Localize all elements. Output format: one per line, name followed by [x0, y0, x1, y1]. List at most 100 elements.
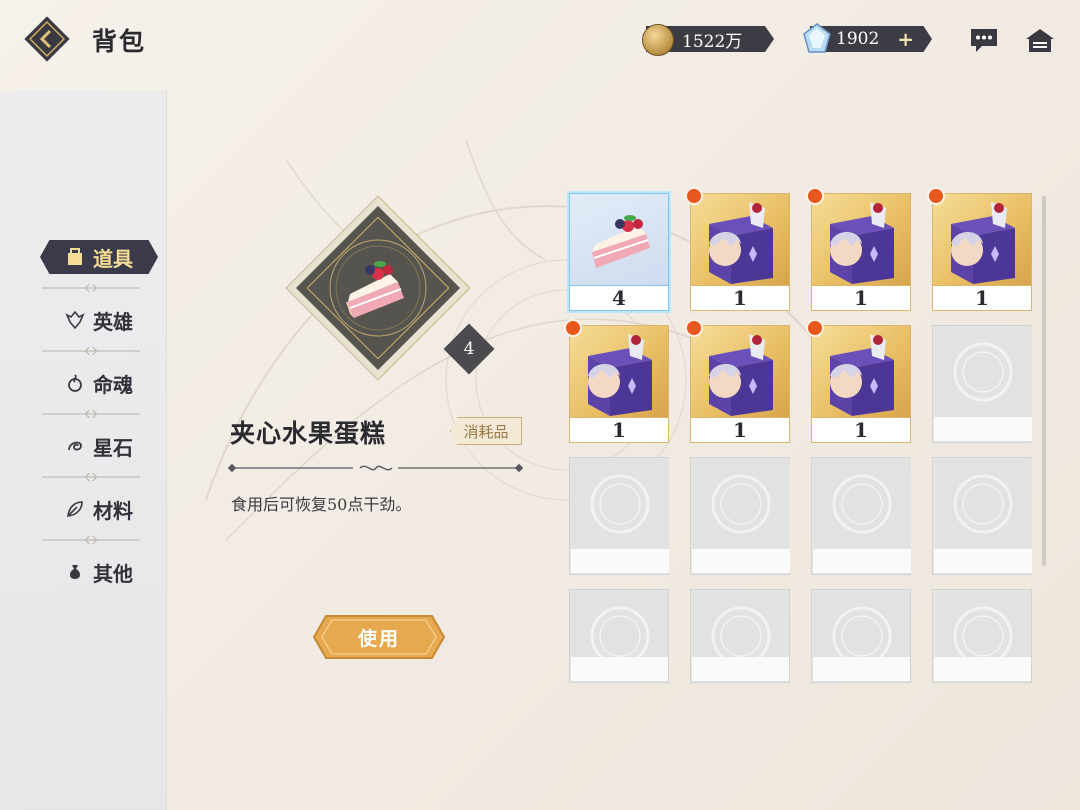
inventory-slot[interactable]: 1: [806, 187, 911, 311]
tab-star-stones[interactable]: 星石: [40, 429, 158, 463]
page-title: 背包: [92, 27, 147, 56]
tab-others[interactable]: 其他: [40, 555, 158, 589]
empty-inventory-slot: [690, 589, 790, 683]
ornamental-divider: [228, 463, 523, 473]
empty-inventory-slot: [690, 457, 790, 575]
slot-count: 1: [691, 418, 789, 442]
slot-art: [692, 459, 790, 550]
slot-art: [691, 326, 789, 417]
tab-items[interactable]: 道具: [40, 240, 158, 274]
slot-art: [691, 194, 789, 285]
use-button[interactable]: 使用: [312, 614, 446, 660]
item-count-value: 4: [463, 339, 475, 359]
coin-amount: 1522万: [682, 31, 743, 52]
home-icon[interactable]: [1024, 26, 1056, 54]
item-type-tag: 消耗品: [450, 417, 522, 445]
inventory-slot[interactable]: 1: [685, 319, 790, 443]
empty-inventory-slot: [932, 325, 1032, 443]
empty-slot-emblem: [590, 474, 650, 534]
new-item-badge: [564, 319, 582, 337]
inventory-slot[interactable]: 1: [685, 187, 790, 311]
item-description: 食用后可恢复50点干劲。: [231, 495, 412, 514]
tab-materials[interactable]: 材料: [40, 492, 158, 526]
slot-count: [571, 549, 669, 573]
tab-heroes[interactable]: 英雄: [40, 303, 158, 337]
slot-count: [692, 549, 790, 573]
pouch-icon: [70, 565, 80, 579]
tab-divider: [42, 473, 140, 481]
slot-count: 1: [933, 286, 1031, 310]
gem-amount: 1902: [836, 29, 880, 49]
slot-art: [813, 459, 911, 550]
slot-count: 1: [691, 286, 789, 310]
slot-art: [934, 459, 1032, 550]
empty-slot-emblem: [832, 474, 892, 534]
character-gift-box-icon: [830, 202, 894, 284]
tab-materials-label: 材料: [93, 498, 133, 523]
star-stone-icon: [68, 441, 82, 451]
empty-inventory-slot: [932, 457, 1032, 575]
slot-count: [813, 657, 910, 681]
empty-inventory-slot: [569, 589, 669, 683]
character-gift-box-icon: [709, 334, 773, 416]
empty-inventory-slot: [811, 457, 911, 575]
slot-count: [692, 657, 789, 681]
empty-inventory-slot: [811, 589, 911, 683]
tab-others-label: 其他: [93, 561, 133, 586]
use-button-label: 使用: [357, 627, 400, 650]
cake-slice-icon: [592, 215, 650, 268]
inventory-slot[interactable]: 4: [569, 193, 669, 311]
slot-count: 4: [570, 286, 668, 310]
character-gift-box-icon: [588, 334, 652, 416]
back-diamond-icon: [24, 16, 70, 62]
leaf-icon: [67, 501, 83, 517]
slot-count: [934, 417, 1032, 441]
new-item-badge: [806, 187, 824, 205]
tab-star-stones-label: 星石: [93, 435, 133, 460]
tab-souls-label: 命魂: [93, 372, 133, 397]
slot-art: [812, 194, 910, 285]
new-item-badge: [685, 187, 703, 205]
slot-art: [571, 459, 669, 550]
slot-art: [933, 194, 1031, 285]
empty-inventory-slot: [569, 457, 669, 575]
add-gems-button[interactable]: +: [897, 27, 914, 51]
tab-souls[interactable]: 命魂: [40, 366, 158, 400]
character-gift-box-icon: [830, 334, 894, 416]
inventory-scrollbar[interactable]: [1042, 196, 1046, 566]
slot-art: [812, 326, 910, 417]
soul-icon: [68, 374, 82, 392]
new-item-badge: [927, 187, 945, 205]
item-name: 夹心水果蛋糕: [230, 419, 387, 448]
inventory-slot[interactable]: 1: [927, 187, 1032, 311]
character-gift-box-icon: [709, 202, 773, 284]
bag-icon: [68, 248, 82, 265]
slot-count: 1: [570, 418, 668, 442]
slot-art: [934, 327, 1032, 418]
slot-count: [934, 657, 1031, 681]
slot-art: [570, 194, 668, 285]
chat-icon[interactable]: [968, 26, 1000, 54]
tab-divider: [42, 284, 140, 292]
slot-art: [570, 326, 668, 417]
tab-divider: [42, 536, 140, 544]
new-item-badge: [685, 319, 703, 337]
empty-slot-emblem: [953, 342, 1013, 402]
slot-count: [934, 549, 1032, 573]
gem-icon: [803, 23, 831, 53]
tab-heroes-label: 英雄: [93, 309, 133, 334]
slot-count: [571, 657, 668, 681]
inventory-slot[interactable]: 1: [806, 319, 911, 443]
tab-divider: [42, 347, 140, 355]
empty-slot-emblem: [711, 474, 771, 534]
empty-inventory-slot: [932, 589, 1032, 683]
empty-slot-emblem: [953, 474, 1013, 534]
inventory-slot[interactable]: 1: [564, 319, 669, 443]
slot-count: 1: [812, 286, 910, 310]
hero-crest-icon: [65, 310, 85, 330]
new-item-badge: [806, 319, 824, 337]
coin-icon: [642, 24, 674, 56]
tab-divider: [42, 410, 140, 418]
slot-count: 1: [812, 418, 910, 442]
back-button[interactable]: [22, 14, 72, 64]
